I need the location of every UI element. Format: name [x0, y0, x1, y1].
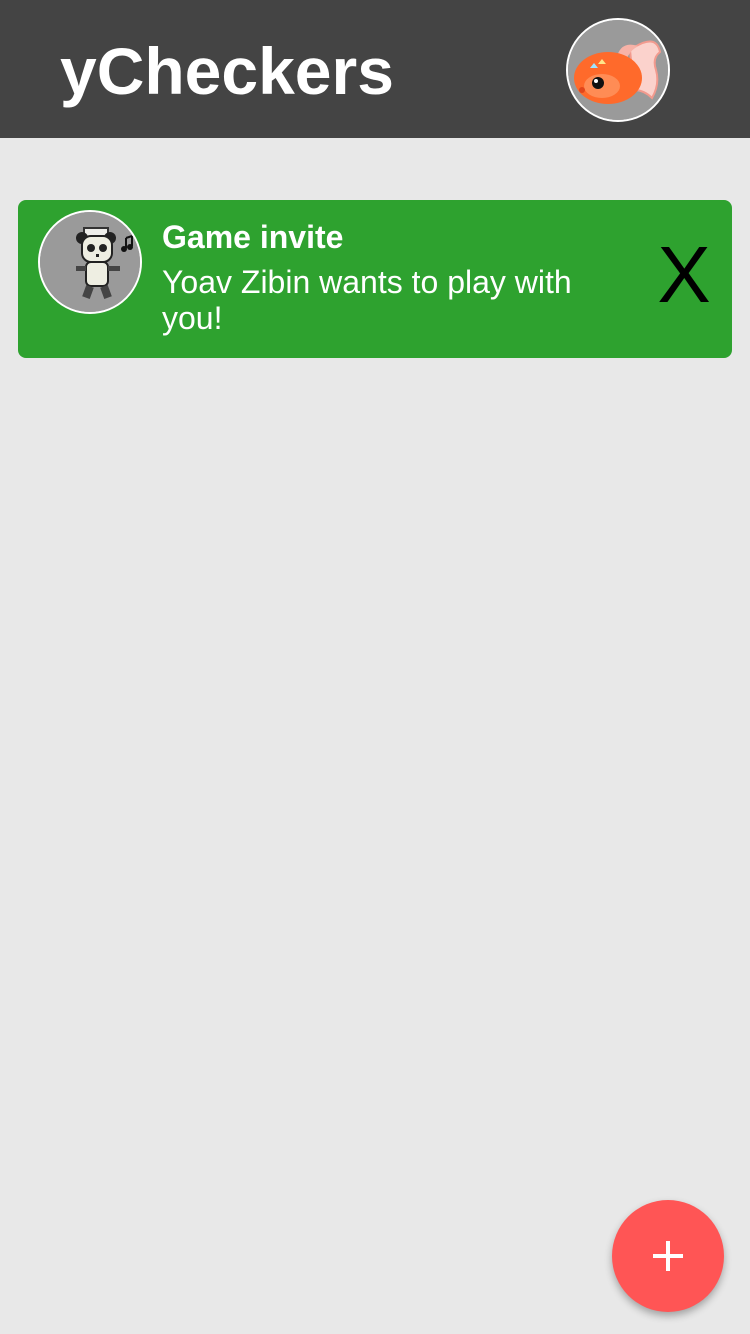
profile-avatar[interactable]: [566, 18, 670, 122]
goldfish-avatar-icon: [568, 20, 668, 120]
plus-icon: [612, 1200, 724, 1312]
game-invite-notification[interactable]: Game invite Yoav Zibin wants to play wit…: [18, 200, 732, 358]
app-bar: yCheckers: [0, 0, 750, 138]
notification-message: Yoav Zibin wants to play with you!: [162, 264, 572, 336]
dismiss-notification-button[interactable]: X: [654, 234, 714, 316]
app-title: yCheckers: [60, 34, 394, 108]
panda-avatar-icon: [40, 212, 140, 312]
inviter-avatar: [38, 210, 142, 314]
new-game-button[interactable]: [612, 1200, 724, 1312]
notification-title: Game invite: [162, 219, 344, 255]
